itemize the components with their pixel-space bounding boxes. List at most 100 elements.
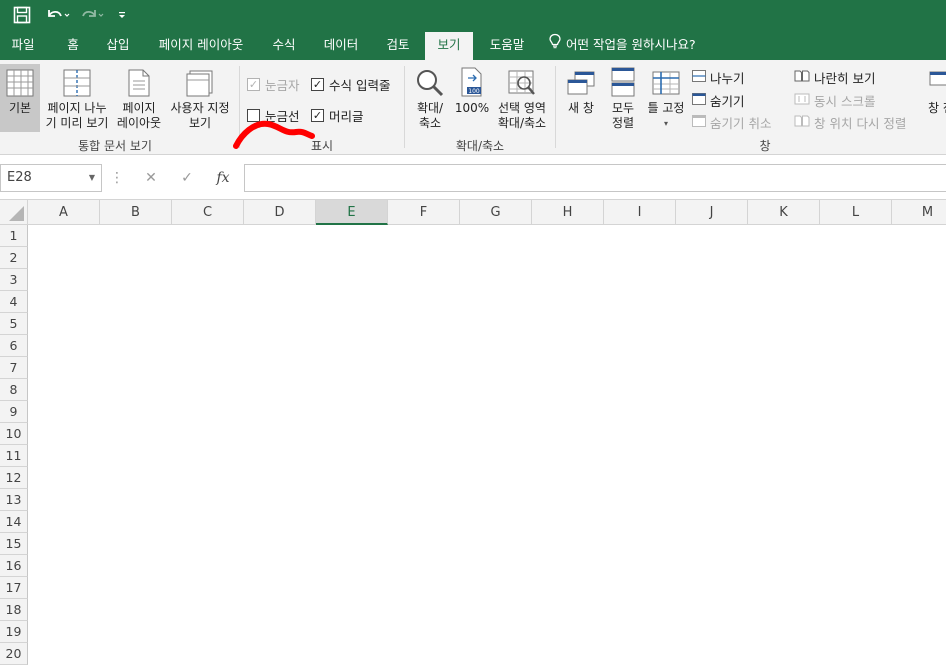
hide-window-button[interactable]: 숨기기 <box>692 91 745 110</box>
row-header-6[interactable]: 6 <box>0 335 28 357</box>
zoom-100-button[interactable]: 100 100% <box>452 64 492 132</box>
name-box-value: E28 <box>7 170 32 185</box>
page-break-preview-button[interactable]: 페이지 나누 기 미리 보기 <box>42 64 112 132</box>
tab-data[interactable]: 데이터 <box>312 30 370 60</box>
gridlines-checkbox[interactable]: 눈금선 <box>247 106 300 125</box>
name-box[interactable]: E28 ▼ <box>0 164 102 192</box>
row-header-1[interactable]: 1 <box>0 225 28 247</box>
reset-position-label: 창 위치 다시 정렬 <box>814 116 907 131</box>
row-header-8[interactable]: 8 <box>0 379 28 401</box>
row-header-20[interactable]: 20 <box>0 643 28 665</box>
row-header-13[interactable]: 13 <box>0 489 28 511</box>
save-icon[interactable] <box>8 2 36 28</box>
column-header-g[interactable]: G <box>460 200 532 225</box>
group-label-workbook-views: 통합 문서 보기 <box>78 139 152 153</box>
row-header-19[interactable]: 19 <box>0 621 28 643</box>
headings-label: 머리글 <box>329 109 364 124</box>
chevron-down-icon[interactable]: ▼ <box>89 165 95 191</box>
enter-icon[interactable]: ✓ <box>176 164 198 192</box>
chevron-down-icon: ▾ <box>663 119 668 128</box>
checkbox-check-icon: ✓ <box>311 78 324 91</box>
row-header-4[interactable]: 4 <box>0 291 28 313</box>
page-layout-label-1: 페이지 <box>122 101 156 115</box>
freeze-panes-button[interactable]: 틀 고정 ▾ <box>644 64 688 132</box>
formula-input[interactable] <box>244 164 946 192</box>
column-headers: ABCDEFGHIJKLM <box>0 199 946 225</box>
cancel-icon[interactable]: ✕ <box>140 164 162 192</box>
page-layout-view-button[interactable]: 페이지 레이아웃 <box>114 64 164 132</box>
side-by-side-icon <box>794 70 810 85</box>
column-header-a[interactable]: A <box>28 200 100 225</box>
row-header-5[interactable]: 5 <box>0 313 28 335</box>
group-separator <box>555 66 556 148</box>
formula-bar-checkbox[interactable]: ✓ 수식 입력줄 <box>311 75 390 94</box>
switch-windows-icon <box>922 64 946 98</box>
tell-me-search[interactable]: 어떤 작업을 원하시나요? <box>548 30 708 60</box>
undo-icon[interactable] <box>42 2 72 28</box>
split-icon <box>692 70 706 85</box>
row-header-10[interactable]: 10 <box>0 423 28 445</box>
zoom-selection-label-2: 확대/축소 <box>497 116 547 130</box>
row-header-3[interactable]: 3 <box>0 269 28 291</box>
hide-window-icon <box>692 93 706 108</box>
row-header-17[interactable]: 17 <box>0 577 28 599</box>
row-header-16[interactable]: 16 <box>0 555 28 577</box>
tab-home[interactable]: 홈 <box>56 30 90 60</box>
reset-window-position-button[interactable]: 창 위치 다시 정렬 <box>794 113 906 132</box>
select-all-corner[interactable] <box>0 200 28 225</box>
tab-view[interactable]: 보기 <box>425 32 473 60</box>
zoom-button[interactable]: 확대/ 축소 <box>410 64 450 132</box>
page-layout-view-icon <box>126 64 152 98</box>
tell-me-text: 어떤 작업을 원하시나요? <box>566 37 696 52</box>
column-header-c[interactable]: C <box>172 200 244 225</box>
switch-windows-button[interactable]: 창 전 <box>922 64 946 132</box>
tab-page-layout[interactable]: 페이지 레이아웃 <box>146 30 256 60</box>
new-window-button[interactable]: 새 창 <box>562 64 600 132</box>
column-header-e[interactable]: E <box>316 200 388 225</box>
lightbulb-icon <box>548 30 562 60</box>
unhide-window-icon <box>692 115 706 130</box>
worksheet-grid[interactable]: ABCDEFGHIJKLM 1 2 3 4 5 6 7 8 9 10 11 12 13 14 15 16 17 1… <box>0 199 946 668</box>
tab-help[interactable]: 도움말 <box>480 30 534 60</box>
row-header-11[interactable]: 11 <box>0 445 28 467</box>
unhide-window-button[interactable]: 숨기기 취소 <box>692 113 771 132</box>
customize-qat-icon[interactable] <box>112 2 132 28</box>
arrange-all-button[interactable]: 모두 정렬 <box>604 64 642 132</box>
tab-insert[interactable]: 삽입 <box>98 30 138 60</box>
column-header-h[interactable]: H <box>532 200 604 225</box>
split-button[interactable]: 나누기 <box>692 68 745 87</box>
freeze-panes-label: 틀 고정 <box>647 101 685 115</box>
headings-checkbox[interactable]: ✓ 머리글 <box>311 106 364 125</box>
checkbox-check-icon: ✓ <box>247 78 260 91</box>
ruler-checkbox[interactable]: ✓ 눈금자 <box>247 75 300 94</box>
normal-view-button[interactable]: 기본 <box>0 64 40 132</box>
row-header-18[interactable]: 18 <box>0 599 28 621</box>
row-header-15[interactable]: 15 <box>0 533 28 555</box>
redo-icon[interactable] <box>76 2 106 28</box>
column-header-j[interactable]: J <box>676 200 748 225</box>
column-header-m[interactable]: M <box>892 200 946 225</box>
row-header-14[interactable]: 14 <box>0 511 28 533</box>
magnifier-icon <box>415 64 445 98</box>
column-header-b[interactable]: B <box>100 200 172 225</box>
column-header-k[interactable]: K <box>748 200 820 225</box>
custom-views-icon <box>185 64 215 98</box>
synchronous-scrolling-button[interactable]: 동시 스크롤 <box>794 91 875 110</box>
column-header-f[interactable]: F <box>388 200 460 225</box>
zoom-to-selection-button[interactable]: 선택 영역 확대/축소 <box>494 64 550 132</box>
custom-views-button[interactable]: 사용자 지정 보기 <box>166 64 234 132</box>
row-header-2[interactable]: 2 <box>0 247 28 269</box>
insert-function-icon[interactable]: fx <box>212 164 234 192</box>
tab-review[interactable]: 검토 <box>378 30 418 60</box>
tab-formulas[interactable]: 수식 <box>264 30 304 60</box>
view-side-by-side-button[interactable]: 나란히 보기 <box>794 68 875 87</box>
arrange-all-label-2: 정렬 <box>611 116 635 130</box>
group-label-window: 창 <box>759 139 771 153</box>
tab-file[interactable]: 파일 <box>0 30 46 60</box>
row-header-9[interactable]: 9 <box>0 401 28 423</box>
row-header-7[interactable]: 7 <box>0 357 28 379</box>
row-header-12[interactable]: 12 <box>0 467 28 489</box>
column-header-i[interactable]: I <box>604 200 676 225</box>
column-header-d[interactable]: D <box>244 200 316 225</box>
column-header-l[interactable]: L <box>820 200 892 225</box>
